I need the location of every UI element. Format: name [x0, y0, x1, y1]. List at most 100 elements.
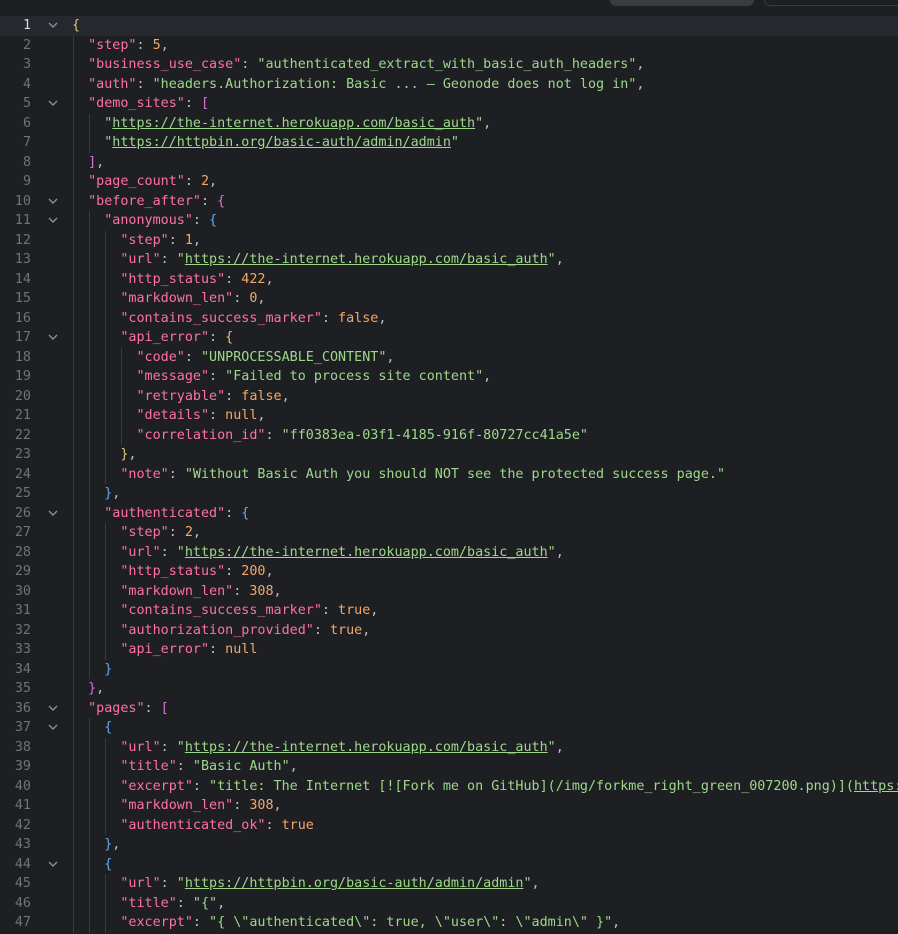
code-line[interactable]: 6 "https://the-internet.herokuapp.com/bas…: [0, 113, 898, 133]
code-text: "details": null,: [136, 406, 265, 426]
fold-chevron-icon[interactable]: [47, 16, 59, 36]
code-token[interactable]: https://the-internet.herokuapp.com/basic…: [185, 252, 548, 267]
code-line[interactable]: 1{: [0, 16, 898, 36]
code-line[interactable]: 31 "contains_success_marker": true,: [0, 601, 898, 621]
code-text: },: [104, 484, 120, 504]
code-token: ": [547, 739, 556, 755]
fold-chevron-icon[interactable]: [47, 699, 59, 719]
code-token: :: [168, 525, 185, 540]
code-line[interactable]: 27 "step": 2,: [0, 523, 898, 543]
code-text: "auth": "headers.Authorization: Basic ..…: [88, 75, 644, 95]
code-line[interactable]: 5 "demo_sites": [: [0, 94, 898, 114]
code-token: :: [265, 817, 282, 833]
fold-chevron-icon[interactable]: [47, 855, 59, 875]
code-line[interactable]: 23},: [0, 445, 898, 465]
code-line[interactable]: 16 "contains_success_marker": false,: [0, 308, 898, 328]
line-number: 31: [14, 603, 31, 618]
indent-guide: [89, 308, 91, 328]
fold-chevron-icon[interactable]: [47, 211, 59, 231]
active-editor-tab[interactable]: [610, 0, 754, 6]
code-line[interactable]: 30 "markdown_len": 308,: [0, 581, 898, 601]
indent-guide: [105, 620, 107, 640]
code-line[interactable]: 45 "url": "https://httpbin.org/basic-auth…: [0, 874, 898, 894]
code-line[interactable]: 47 "excerpt": "{ \"authenticated\": true,…: [0, 913, 898, 933]
line-number: 42: [14, 817, 31, 833]
indent-guide: [73, 737, 74, 757]
code-line[interactable]: 21 "details": null,: [0, 406, 898, 426]
code-text: "api_error": null: [120, 640, 257, 660]
code-token: "excerpt": [120, 915, 193, 930]
code-line[interactable]: 43},: [0, 835, 898, 855]
code-line[interactable]: 17 "api_error": {: [0, 328, 898, 348]
inactive-editor-tab[interactable]: [764, 0, 898, 6]
fold-chevron-icon[interactable]: [47, 718, 59, 738]
code-text: "https://httpbin.org/basic-auth/admin/ad…: [104, 133, 459, 153]
code-text: "step": 5,: [88, 36, 169, 56]
indent-guide: [89, 893, 91, 913]
code-line[interactable]: 14 "http_status": 422,: [0, 269, 898, 289]
code-line[interactable]: 13 "url": "https://the-internet.herokuapp…: [0, 250, 898, 270]
code-line[interactable]: 7 "https://httpbin.org/basic-auth/admin/a…: [0, 133, 898, 153]
code-token: :: [321, 603, 339, 618]
code-line[interactable]: 24 "note": "Without Basic Auth you should…: [0, 464, 898, 485]
code-line[interactable]: 46 "title": "{",: [0, 893, 898, 913]
code-token: :: [200, 193, 218, 209]
indent-guide: [121, 425, 123, 445]
line-number: 25: [14, 486, 31, 501]
code-line[interactable]: 36 "pages": [: [0, 698, 898, 719]
indent-guide: [73, 679, 74, 699]
fold-chevron-icon[interactable]: [47, 192, 59, 212]
code-line[interactable]: 42 "authenticated_ok": true: [0, 815, 898, 835]
code-token: 422: [241, 271, 266, 287]
code-line[interactable]: 32 "authorization_provided": true,: [0, 620, 898, 640]
code-line[interactable]: 39 "title": "Basic Auth",: [0, 757, 898, 777]
code-line[interactable]: 9 "page_count": 2,: [0, 172, 898, 192]
code-token: true: [281, 817, 314, 833]
code-line[interactable]: 10 "before_after": {: [0, 191, 898, 212]
code-line[interactable]: 2 "step": 5,: [0, 35, 898, 56]
fold-chevron-icon[interactable]: [47, 328, 59, 348]
code-line[interactable]: 22 "correlation_id": "ff0383ea-03f1-4185-…: [0, 425, 898, 445]
code-token[interactable]: https://the-internet.herokuapp.com/basic…: [185, 545, 548, 560]
code-line[interactable]: 20 "retryable": false,: [0, 386, 898, 406]
indent-guide: [105, 328, 107, 348]
code-line[interactable]: 18 "code": "UNPROCESSABLE_CONTENT",: [0, 347, 898, 367]
code-line[interactable]: 28 "url": "https://the-internet.herokuapp…: [0, 542, 898, 562]
code-editor[interactable]: 1{2 "step": 5, 3 "business_use_case": "auth…: [0, 16, 898, 933]
code-line[interactable]: 41 "markdown_len": 308,: [0, 796, 898, 816]
code-line[interactable]: 3 "business_use_case": "authenticated_ext…: [0, 55, 898, 75]
code-token[interactable]: https://httpbin.org/basic-auth/admin/adm…: [185, 876, 524, 891]
code-line[interactable]: 37 {: [0, 718, 898, 738]
code-line[interactable]: 44 {: [0, 854, 898, 875]
code-text: "url": "https://the-internet.herokuapp.c…: [120, 738, 563, 758]
code-token: ,: [112, 486, 121, 501]
fold-chevron-icon[interactable]: [47, 504, 59, 524]
code-token: :: [233, 291, 250, 306]
code-line[interactable]: 12 "step": 1,: [0, 230, 898, 250]
code-token[interactable]: https://: [854, 779, 898, 794]
code-line[interactable]: 15 "markdown_len": 0,: [0, 289, 898, 309]
code-line[interactable]: 25},: [0, 484, 898, 504]
indent-guide: [121, 347, 123, 367]
code-token[interactable]: https://the-internet.herokuapp.com/basic…: [185, 740, 548, 755]
code-text: "note": "Without Basic Auth you should N…: [120, 465, 725, 485]
code-line[interactable]: 19 "message": "Failed to process site con…: [0, 367, 898, 387]
code-line[interactable]: 26 "authenticated": {: [0, 503, 898, 524]
code-line[interactable]: 34}: [0, 659, 898, 679]
indent-guide: [73, 913, 74, 933]
code-token: "http_status": [120, 564, 226, 579]
code-line[interactable]: 8],: [0, 152, 898, 172]
indent-guide: [105, 406, 107, 426]
code-line[interactable]: 33 "api_error": null: [0, 640, 898, 660]
code-line[interactable]: 11 "anonymous": {: [0, 211, 898, 231]
code-line[interactable]: 35},: [0, 679, 898, 699]
code-line[interactable]: 29 "http_status": 200,: [0, 562, 898, 582]
code-line[interactable]: 40 "excerpt": "title: The Internet [![For…: [0, 776, 898, 796]
code-token[interactable]: https://httpbin.org/basic-auth/admin/adm…: [112, 135, 451, 150]
code-token: "code": [136, 349, 185, 365]
indent-guide: [73, 718, 74, 738]
fold-chevron-icon[interactable]: [47, 94, 59, 114]
code-token[interactable]: https://the-internet.herokuapp.com/basic…: [112, 116, 475, 131]
code-line[interactable]: 38 "url": "https://the-internet.herokuapp…: [0, 737, 898, 758]
code-line[interactable]: 4 "auth": "headers.Authorization: Basic .…: [0, 74, 898, 95]
